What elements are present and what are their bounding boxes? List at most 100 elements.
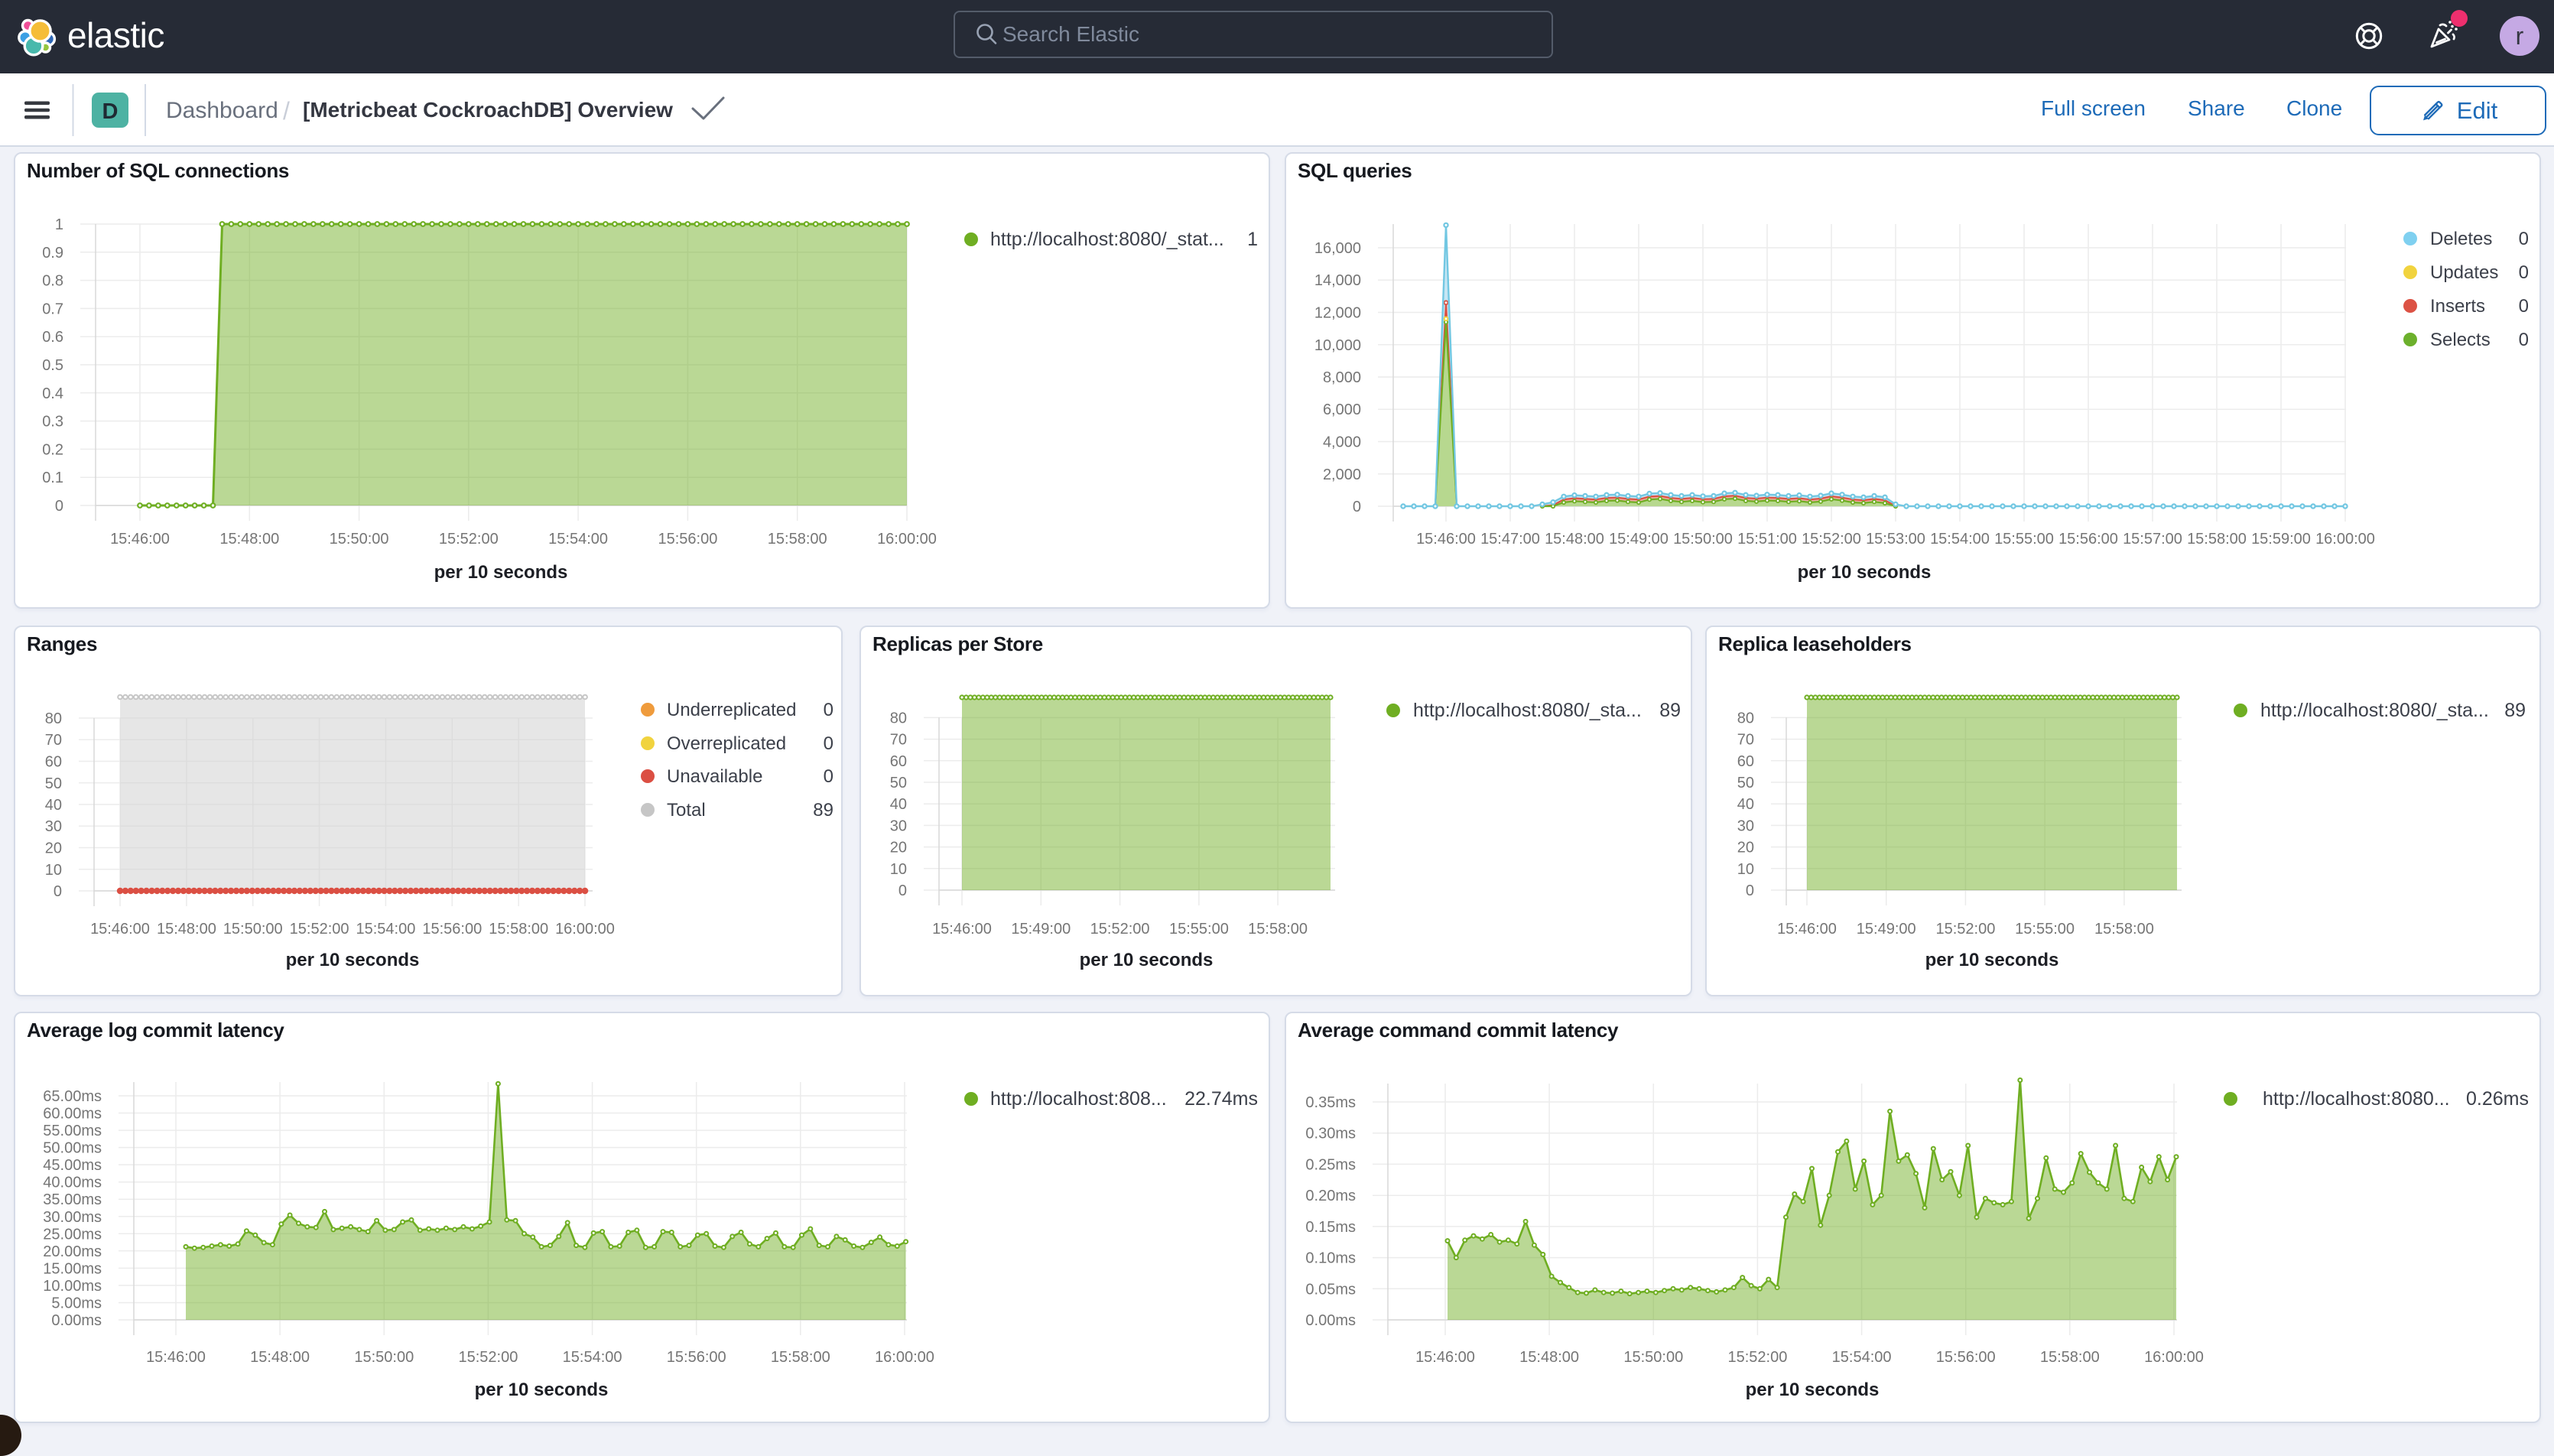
svg-text:Underreplicated: Underreplicated [667,700,796,720]
svg-text:15:56:00: 15:56:00 [667,1349,726,1366]
svg-text:15:52:00: 15:52:00 [290,921,349,938]
svg-text:15:58:00: 15:58:00 [768,531,827,548]
svg-text:60.00ms: 60.00ms [43,1106,102,1123]
svg-text:89: 89 [813,800,833,821]
svg-text:Overreplicated: Overreplicated [667,733,786,754]
svg-text:15:55:00: 15:55:00 [2015,921,2075,938]
svg-text:2,000: 2,000 [1323,466,1361,483]
svg-text:30: 30 [1737,817,1754,834]
svg-text:35.00ms: 35.00ms [43,1191,102,1208]
svg-text:10: 10 [1737,861,1754,878]
svg-text:12,000: 12,000 [1314,305,1361,322]
svg-text:15:56:00: 15:56:00 [1936,1349,1996,1366]
svg-text:15:56:00: 15:56:00 [422,921,482,938]
svg-text:60: 60 [890,753,907,770]
svg-text:20: 20 [1737,840,1754,856]
svg-text:15:57:00: 15:57:00 [2123,531,2182,548]
svg-text:0.2: 0.2 [42,441,63,458]
svg-text:45.00ms: 45.00ms [43,1157,102,1174]
svg-text:16:00:00: 16:00:00 [877,531,937,548]
svg-text:15:54:00: 15:54:00 [548,531,608,548]
svg-text:15:47:00: 15:47:00 [1480,531,1540,548]
svg-text:0.8: 0.8 [42,273,63,290]
svg-text:10,000: 10,000 [1314,337,1361,354]
svg-text:0: 0 [2519,296,2529,317]
svg-text:0: 0 [55,498,63,515]
svg-text:8,000: 8,000 [1323,369,1361,386]
svg-text:15:52:00: 15:52:00 [1802,531,1861,548]
svg-text:0: 0 [2519,262,2529,283]
svg-text:70: 70 [1737,732,1754,749]
svg-text:80: 80 [45,710,62,727]
svg-text:15:56:00: 15:56:00 [2058,531,2118,548]
svg-text:15:46:00: 15:46:00 [110,531,170,548]
svg-text:per 10 seconds: per 10 seconds [475,1380,609,1400]
svg-text:0: 0 [824,700,833,720]
svg-text:15:54:00: 15:54:00 [1832,1349,1892,1366]
svg-text:15:52:00: 15:52:00 [1935,921,1995,938]
svg-text:15:53:00: 15:53:00 [1866,531,1925,548]
svg-text:50: 50 [45,775,62,792]
svg-text:15:58:00: 15:58:00 [2094,921,2154,938]
svg-text:30.00ms: 30.00ms [43,1209,102,1226]
svg-text:55.00ms: 55.00ms [43,1123,102,1139]
svg-text:per 10 seconds: per 10 seconds [1080,950,1214,970]
svg-text:0: 0 [824,766,833,787]
svg-text:http://localhost:8080/_stat...: http://localhost:8080/_stat... [990,229,1224,250]
svg-text:15:50:00: 15:50:00 [1623,1349,1683,1366]
svg-text:0.05ms: 0.05ms [1305,1281,1356,1298]
svg-text:0: 0 [2519,229,2529,249]
svg-text:80: 80 [890,710,907,726]
svg-text:15:59:00: 15:59:00 [2251,531,2311,548]
svg-text:http://localhost:8080/_sta...: http://localhost:8080/_sta... [2260,700,2489,721]
svg-text:25.00ms: 25.00ms [43,1226,102,1243]
svg-text:15:46:00: 15:46:00 [1416,531,1476,548]
svg-text:http://localhost:8080/_sta...: http://localhost:8080/_sta... [1413,700,1642,721]
svg-text:0.15ms: 0.15ms [1305,1219,1356,1236]
svg-text:15:46:00: 15:46:00 [146,1349,206,1366]
svg-text:per 10 seconds: per 10 seconds [1798,562,1932,583]
svg-text:0: 0 [1353,499,1361,515]
svg-text:0.7: 0.7 [42,301,63,317]
svg-text:15:54:00: 15:54:00 [1930,531,1990,548]
svg-text:70: 70 [45,732,62,749]
svg-text:40: 40 [1737,796,1754,813]
svg-text:0.25ms: 0.25ms [1305,1156,1356,1173]
svg-text:http://localhost:8080...: http://localhost:8080... [2263,1088,2450,1110]
svg-text:0.10ms: 0.10ms [1305,1250,1356,1267]
svg-text:15:56:00: 15:56:00 [658,531,717,548]
svg-text:0.35ms: 0.35ms [1305,1094,1356,1111]
svg-text:50.00ms: 50.00ms [43,1140,102,1157]
svg-text:15:52:00: 15:52:00 [1727,1349,1787,1366]
svg-text:Average log commit latency: Average log commit latency [27,1019,284,1042]
svg-text:40.00ms: 40.00ms [43,1175,102,1191]
svg-text:0.5: 0.5 [42,357,63,374]
svg-text:15:55:00: 15:55:00 [1994,531,2054,548]
svg-text:0.4: 0.4 [42,385,63,402]
svg-text:10: 10 [45,862,62,879]
svg-text:Total: Total [667,800,706,821]
svg-text:15:48:00: 15:48:00 [1519,1349,1579,1366]
svg-text:15:54:00: 15:54:00 [356,921,415,938]
svg-text:15:58:00: 15:58:00 [1248,921,1308,938]
svg-text:15:46:00: 15:46:00 [932,921,992,938]
svg-text:15:48:00: 15:48:00 [219,531,279,548]
svg-text:30: 30 [45,818,62,835]
svg-text:15:46:00: 15:46:00 [1415,1349,1475,1366]
svg-text:Unavailable: Unavailable [667,766,762,787]
svg-text:15:48:00: 15:48:00 [250,1349,310,1366]
svg-text:15:49:00: 15:49:00 [1609,531,1669,548]
svg-text:15:50:00: 15:50:00 [1673,531,1733,548]
svg-text:http://localhost:808...: http://localhost:808... [990,1088,1167,1110]
svg-text:30: 30 [890,817,907,834]
svg-text:15:51:00: 15:51:00 [1737,531,1797,548]
svg-text:15:49:00: 15:49:00 [1011,921,1071,938]
svg-text:0: 0 [2519,330,2529,350]
svg-text:22.74ms: 22.74ms [1184,1088,1258,1110]
svg-text:80: 80 [1737,710,1754,726]
svg-text:4,000: 4,000 [1323,434,1361,451]
svg-text:0: 0 [1746,882,1754,899]
svg-text:0.20ms: 0.20ms [1305,1188,1356,1204]
svg-text:15:50:00: 15:50:00 [354,1349,414,1366]
svg-text:per 10 seconds: per 10 seconds [1925,950,2059,970]
